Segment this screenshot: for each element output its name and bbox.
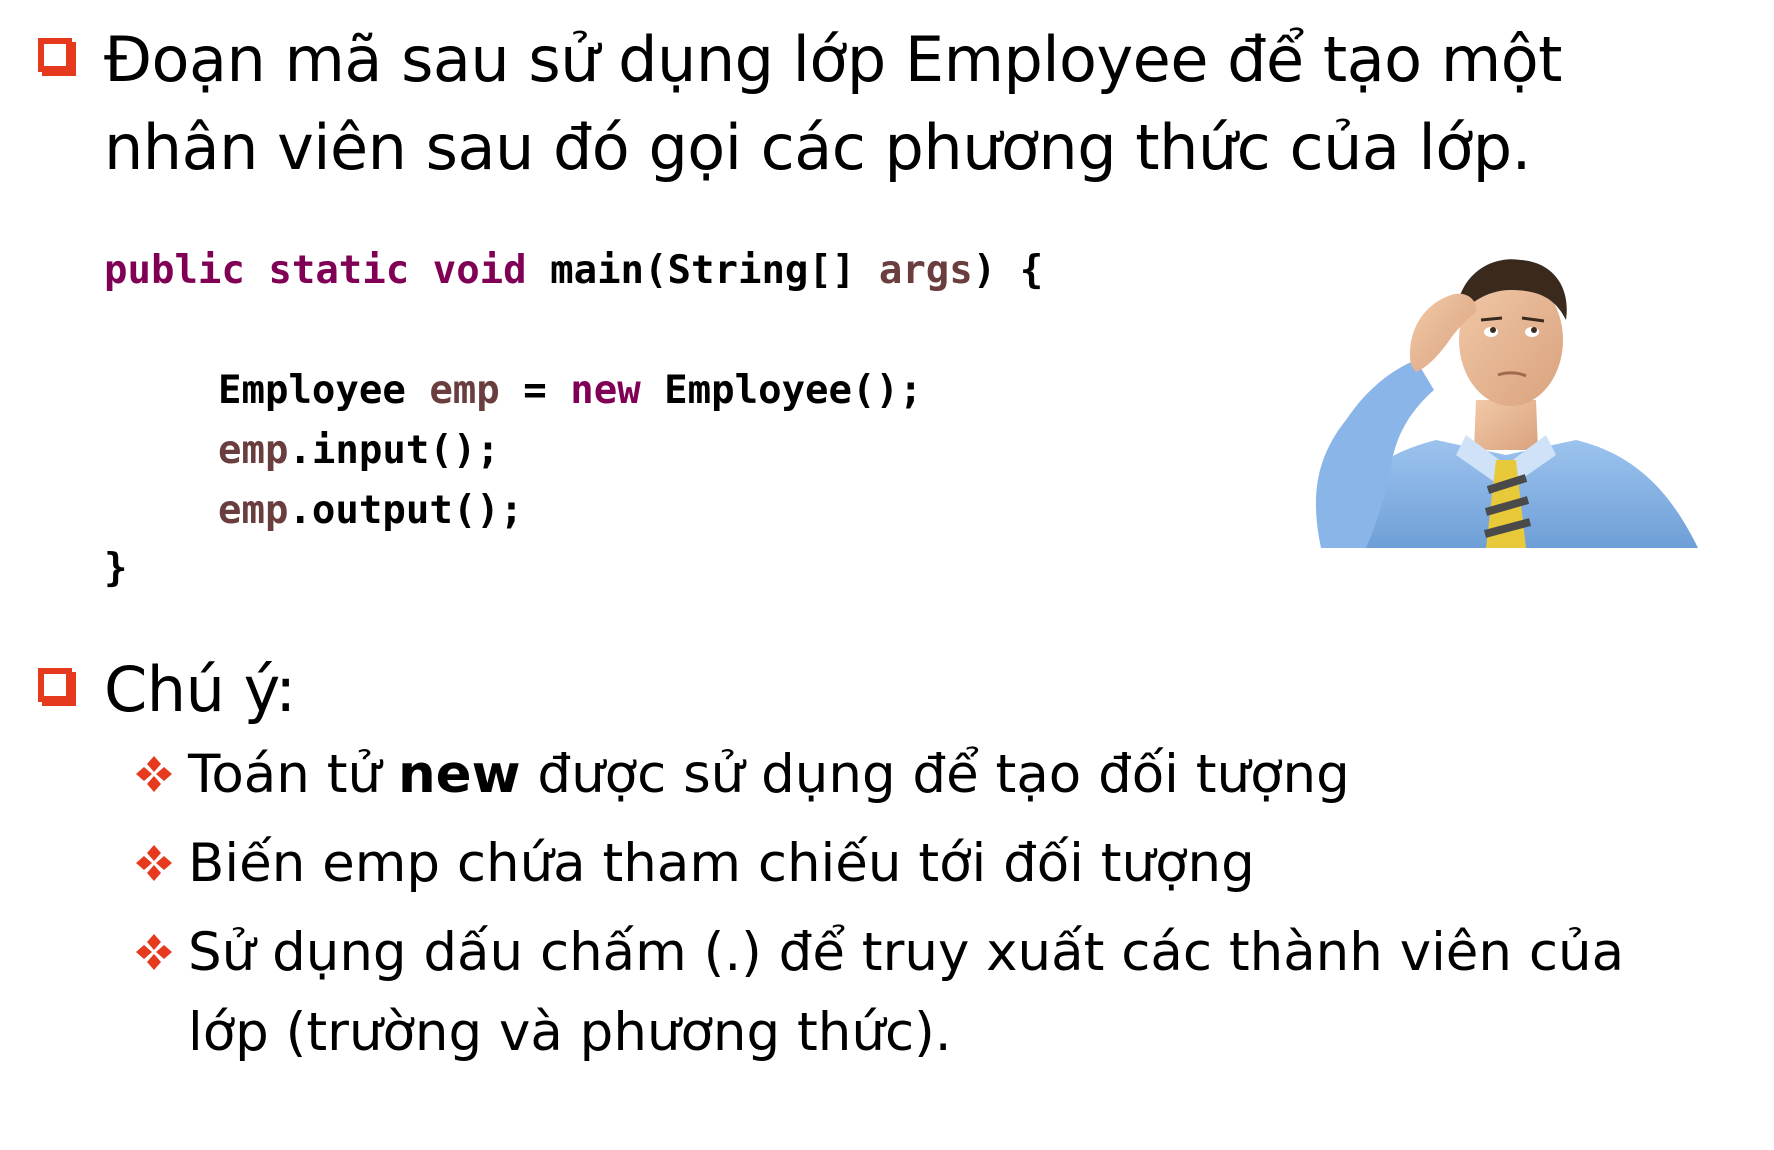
code-type: Employee: [218, 368, 430, 413]
square-bullet-icon: [38, 38, 72, 72]
code-text: ) {: [972, 248, 1044, 293]
code-text: .input();: [288, 428, 500, 473]
note-item-1: Toán tử new được sử dụng để tạo đối tượn…: [188, 736, 1350, 814]
note-item-3-line-2: lớp (trường và phương thức).: [188, 1002, 952, 1063]
four-diamond-icon: [136, 756, 172, 792]
code-variable: args: [878, 248, 973, 293]
note-item-2: Biến emp chứa tham chiếu tới đối tượng: [188, 833, 1255, 894]
code-variable: emp: [218, 428, 289, 473]
code-keyword: public static void: [104, 248, 527, 293]
square-bullet-icon: [38, 668, 72, 702]
note-heading: Chú ý:: [104, 653, 296, 726]
note-item-3-line-1: Sử dụng dấu chấm (.) để truy xuất các th…: [188, 922, 1625, 983]
note-item-bold: new: [397, 744, 521, 805]
note-item-text: được sử dụng để tạo đối tượng: [520, 744, 1350, 805]
code-line-4: emp.output();: [218, 482, 523, 540]
confused-man-illustration: [1315, 259, 1698, 548]
intro-line-1: Đoạn mã sau sử dụng lớp Employee để tạo …: [104, 23, 1562, 96]
code-line-1: public static void main(String[] args) {: [104, 242, 1043, 300]
four-diamond-icon: [136, 845, 172, 881]
note-item-text: Toán tử: [188, 744, 398, 805]
code-variable: emp: [429, 368, 500, 413]
intro-line-2: nhân viên sau đó gọi các phương thức của…: [104, 111, 1531, 184]
code-text: main(String[]: [526, 248, 879, 293]
code-keyword: new: [570, 368, 641, 413]
code-text: =: [499, 368, 571, 413]
code-text: Employee();: [640, 368, 923, 413]
code-text: .output();: [288, 488, 524, 533]
code-line-5: }: [104, 546, 128, 591]
code-variable: emp: [218, 488, 289, 533]
code-line-2: Employee emp = new Employee();: [218, 362, 922, 420]
code-line-3: emp.input();: [218, 422, 500, 480]
four-diamond-icon: [136, 934, 172, 970]
